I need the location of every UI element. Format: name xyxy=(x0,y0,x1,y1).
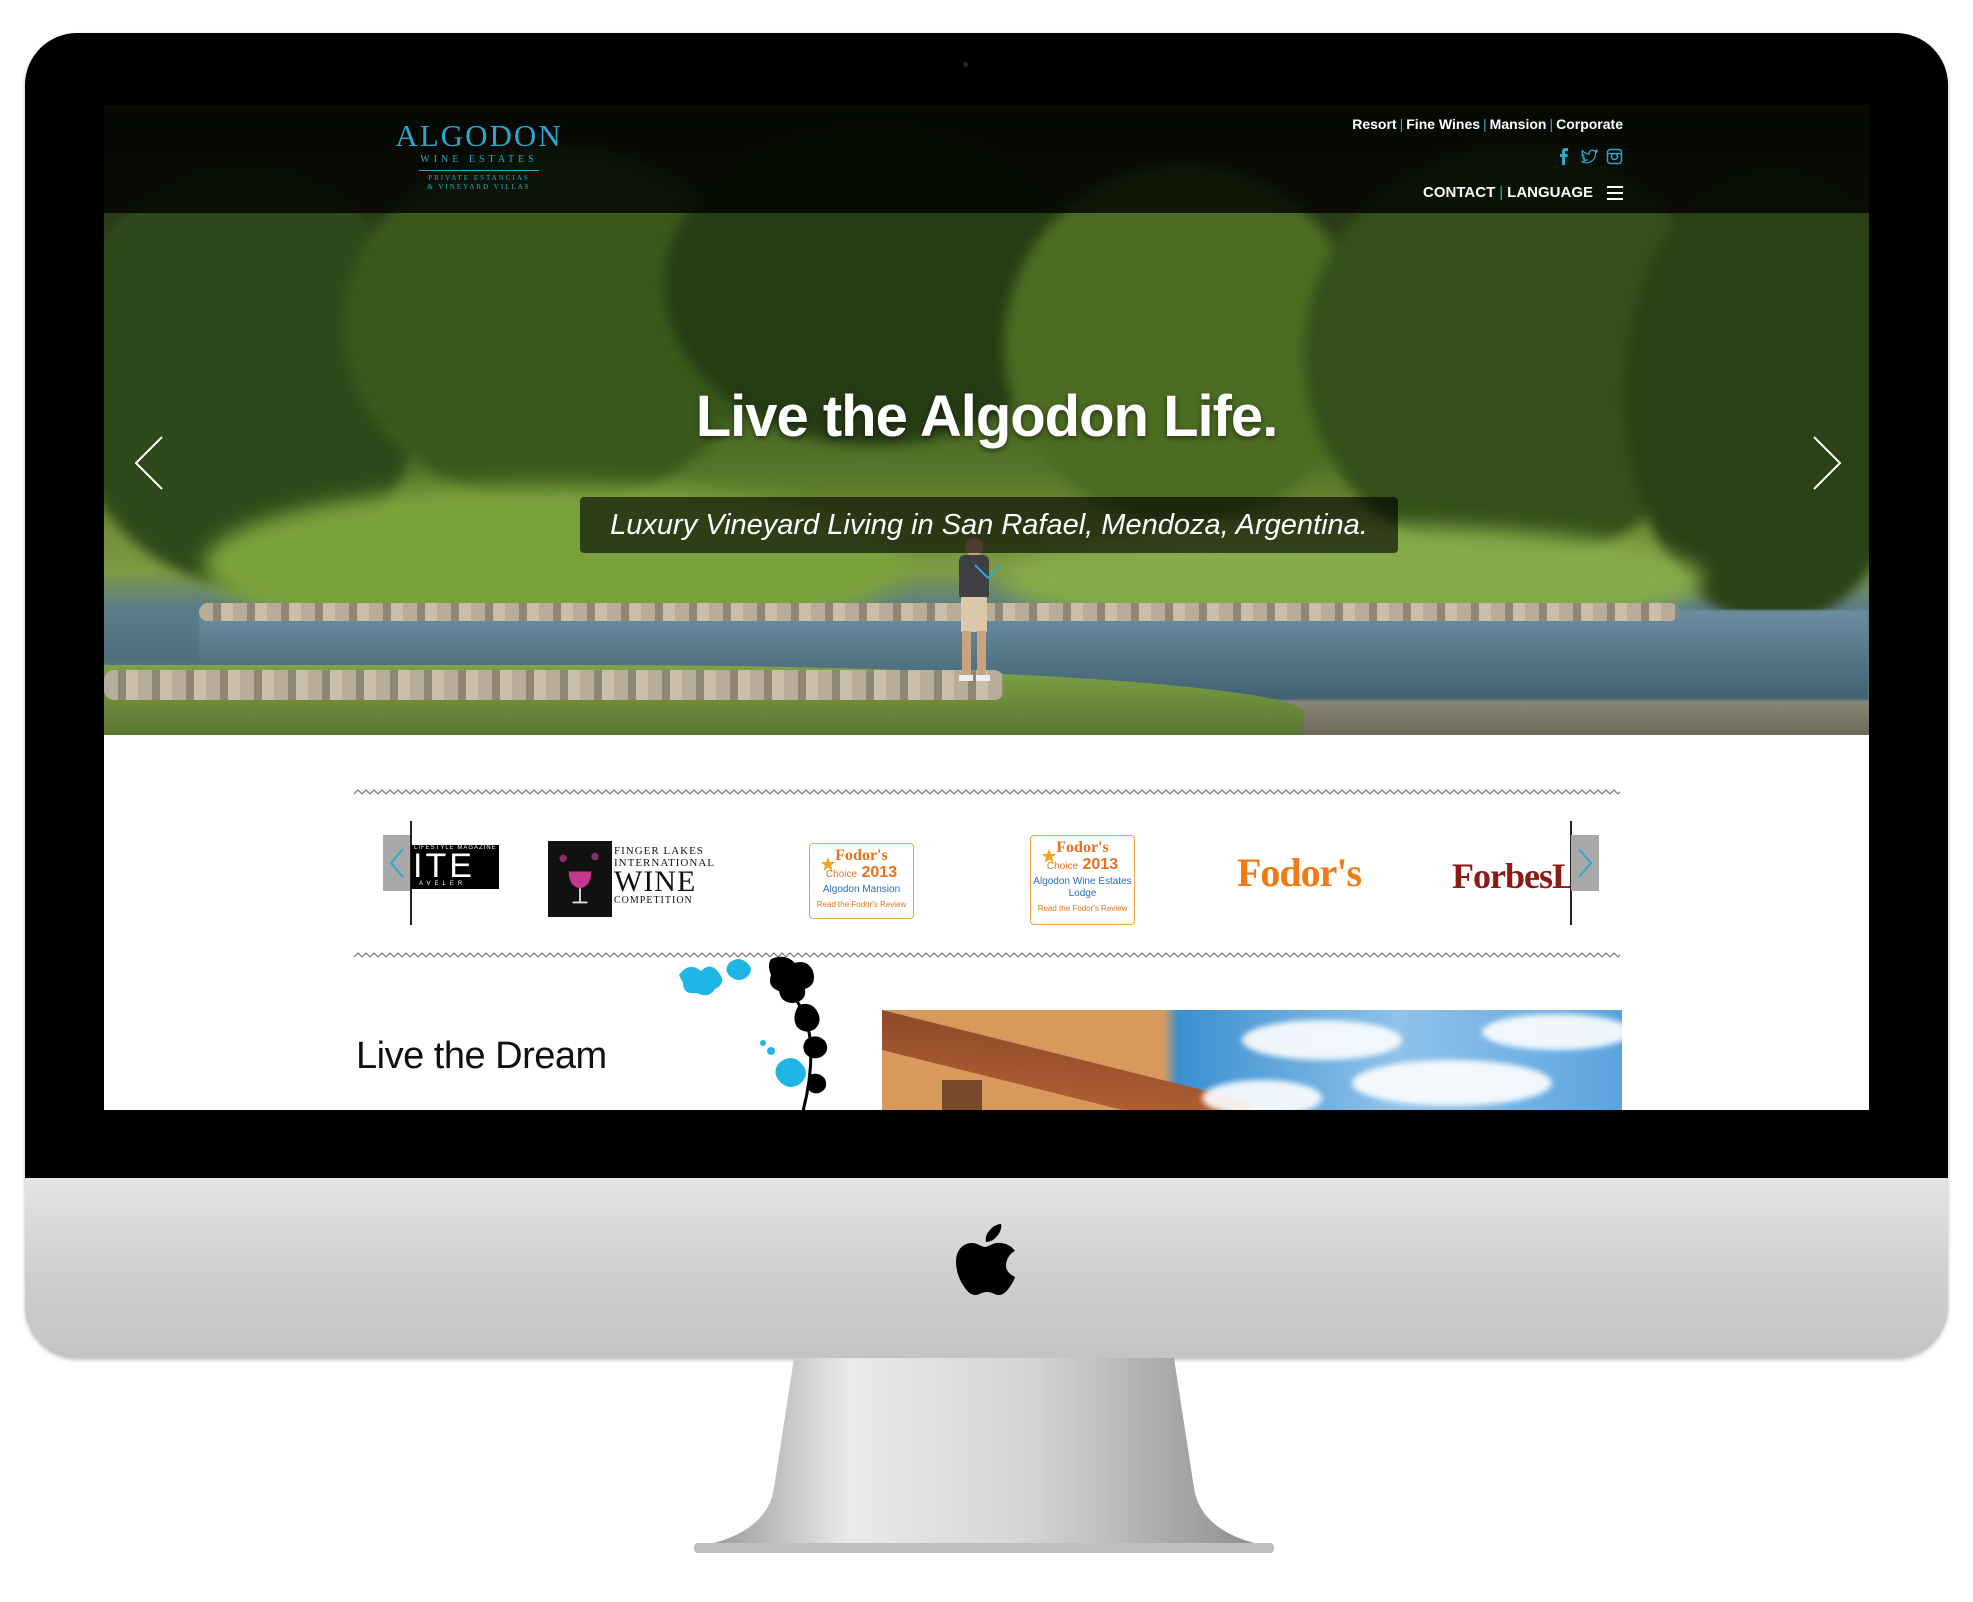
zigzag-divider xyxy=(354,951,1620,959)
hero-subtitle: Luxury Vineyard Living in San Rafael, Me… xyxy=(580,497,1398,553)
villa-window xyxy=(942,1080,982,1110)
top-nav: Resort | Fine Wines | Mansion | Corporat… xyxy=(1352,116,1623,132)
nav-separator: | xyxy=(1499,184,1504,201)
slider-next-arrow-icon[interactable] xyxy=(1812,435,1842,491)
imac-stand xyxy=(694,1358,1274,1553)
algodon-logo[interactable]: ALGODON WINE ESTATES PRIVATE ESTANCIAS &… xyxy=(384,119,574,192)
press-carousel: LIFESTYLE MAGAZINE ITE AVELER FINGER LAK… xyxy=(383,821,1599,925)
wine-glass-illustration xyxy=(548,841,612,917)
fodors-choice-mansion-badge[interactable]: Fodor's Choice 2013 Algodon Mansion Read… xyxy=(809,843,914,919)
nav-resort[interactable]: Resort xyxy=(1352,116,1396,132)
chevron-down-icon[interactable] xyxy=(973,563,1003,581)
fodors-logo[interactable]: Fodor's xyxy=(1237,849,1362,896)
logo-divider xyxy=(419,170,539,171)
lifestyle-line3: AVELER xyxy=(419,881,467,887)
facebook-icon[interactable] xyxy=(1556,148,1573,165)
apple-logo-icon xyxy=(956,1224,1015,1295)
hamburger-menu-icon[interactable] xyxy=(1607,185,1623,200)
zigzag-divider xyxy=(354,788,1620,796)
badge-cta: Read the Fodor's Review xyxy=(1037,904,1128,913)
fodors-choice-lodge-badge[interactable]: Fodor's Choice 2013 Algodon Wine Estates… xyxy=(1030,835,1135,925)
secondary-nav: CONTACT | LANGUAGE xyxy=(1423,184,1623,201)
carousel-next-button[interactable] xyxy=(1571,835,1599,891)
nav-corporate[interactable]: Corporate xyxy=(1556,116,1623,132)
language-link[interactable]: LANGUAGE xyxy=(1507,184,1593,201)
star-icon xyxy=(821,857,835,871)
stone-edge xyxy=(199,603,1679,621)
badge-year: 2013 xyxy=(861,864,898,881)
site-header: ALGODON WINE ESTATES PRIVATE ESTANCIAS &… xyxy=(104,105,1869,213)
logo-wordmark: ALGODON xyxy=(395,118,563,153)
carousel-prev-button[interactable] xyxy=(383,835,411,891)
grapevine-illustration xyxy=(679,956,828,1110)
nav-separator: | xyxy=(1549,116,1554,132)
star-icon xyxy=(1042,849,1056,863)
golfer-figure xyxy=(959,538,990,681)
fl-line1: FINGER LAKES xyxy=(614,845,704,857)
stone-bank xyxy=(104,670,1004,700)
villa-photo xyxy=(882,1010,1622,1110)
nav-mansion[interactable]: Mansion xyxy=(1490,116,1547,132)
forbes-life-logo[interactable]: ForbesL xyxy=(1452,855,1572,897)
browser-viewport: ALGODON WINE ESTATES PRIVATE ESTANCIAS &… xyxy=(104,105,1869,1110)
badge-cta: Read the Fodor's Review xyxy=(816,900,907,909)
hero-section: ALGODON WINE ESTATES PRIVATE ESTANCIAS &… xyxy=(104,105,1869,735)
hero-title: Live the Algodon Life. xyxy=(695,384,1279,449)
nav-separator: | xyxy=(1483,116,1487,132)
lifestyle-traveler-logo[interactable]: LIFESTYLE MAGAZINE ITE AVELER xyxy=(411,845,499,889)
twitter-icon[interactable] xyxy=(1581,148,1599,165)
instagram-icon[interactable] xyxy=(1606,148,1623,165)
logo-tagline-1: PRIVATE ESTANCIAS xyxy=(428,174,530,182)
contact-link[interactable]: CONTACT xyxy=(1423,184,1495,201)
social-links xyxy=(1556,148,1623,165)
badge-year: 2013 xyxy=(1082,856,1119,873)
finger-lakes-wine-logo[interactable]: FINGER LAKES INTERNATIONAL WINE COMPETIT… xyxy=(548,841,714,917)
logo-tagline-2: & VINEYARD VILLAS xyxy=(427,183,531,191)
villa-roof xyxy=(882,1010,1252,1110)
badge-name-line1: Algodon Wine Estates xyxy=(1033,876,1132,887)
nav-fine-wines[interactable]: Fine Wines xyxy=(1406,116,1480,132)
section-title: Live the Dream xyxy=(356,1035,607,1077)
logo-subtitle: WINE ESTATES xyxy=(420,154,538,165)
badge-name: Algodon Mansion xyxy=(822,884,901,895)
camera xyxy=(963,62,968,67)
fl-line3: WINE xyxy=(614,865,697,898)
badge-name-line2: Lodge xyxy=(1068,888,1097,899)
lifestyle-line2: ITE xyxy=(413,847,475,885)
nav-separator: | xyxy=(1399,116,1404,132)
slider-prev-arrow-icon[interactable] xyxy=(134,435,164,491)
finger-lakes-text: FINGER LAKES INTERNATIONAL WINE COMPETIT… xyxy=(614,845,714,907)
